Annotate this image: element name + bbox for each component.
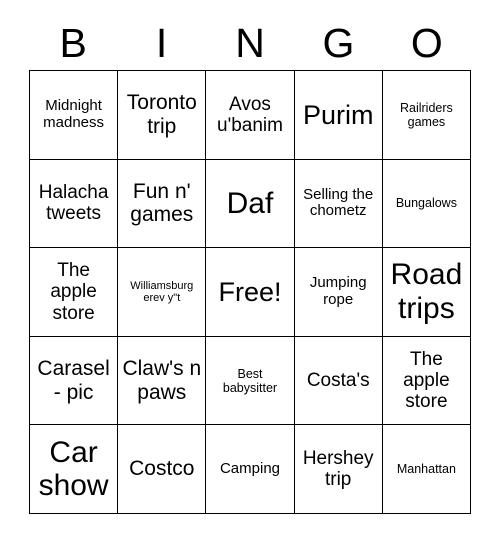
bingo-cell[interactable]: The apple store — [382, 336, 471, 426]
bingo-cell[interactable]: Manhattan — [382, 425, 471, 514]
bingo-cell-label: Toronto trip — [126, 91, 197, 138]
header-letter-g: G — [322, 19, 355, 66]
bingo-cell[interactable]: Costa's — [294, 336, 383, 426]
bingo-cell-label: Claw's n paws — [122, 357, 202, 404]
bingo-cell[interactable]: Carasel - pic — [30, 336, 119, 426]
bingo-cell-label: Jumping rope — [309, 274, 367, 308]
bingo-cell-label: The apple store — [50, 260, 97, 324]
bingo-cell-label: Midnight madness — [43, 97, 105, 131]
bingo-free-cell[interactable]: Free! — [206, 248, 295, 337]
bingo-cell[interactable]: Daf — [206, 159, 295, 249]
bingo-cell-label: Car show — [38, 435, 109, 503]
bingo-cell[interactable]: Selling the chometz — [294, 159, 383, 249]
header-letter-b: B — [59, 19, 87, 66]
bingo-cell[interactable]: Jumping rope — [294, 248, 383, 337]
bingo-cell[interactable]: Halacha tweets — [30, 159, 119, 249]
bingo-cell-label: Costa's — [306, 369, 370, 391]
bingo-cell[interactable]: Claw's n paws — [118, 336, 207, 426]
header-letter-o: O — [410, 19, 443, 66]
bingo-cell-label: Purim — [302, 99, 374, 130]
header-letter-i: I — [155, 19, 168, 66]
bingo-cell-label: Road trips — [390, 258, 463, 325]
bingo-cell[interactable]: Bungalows — [382, 159, 471, 249]
bingo-cell-label: Avos u'banim — [217, 93, 283, 136]
bingo-cell-label: Costco — [129, 457, 195, 481]
bingo-cell-label: Halacha tweets — [38, 182, 109, 225]
bingo-cell[interactable]: Car show — [30, 425, 119, 514]
bingo-cell-label: Free! — [218, 276, 282, 307]
bingo-cell-label: Hershey trip — [302, 447, 374, 491]
bingo-cell-label: Selling the chometz — [303, 185, 374, 220]
bingo-cell-label: Best babysitter — [222, 366, 278, 395]
bingo-cell[interactable]: Road trips — [382, 248, 471, 337]
bingo-cell[interactable]: Midnight madness — [30, 71, 119, 160]
bingo-cell-label: Daf — [226, 186, 274, 220]
header-letter-n: N — [235, 19, 265, 66]
bingo-cell[interactable]: Best babysitter — [206, 336, 295, 426]
bingo-cell[interactable]: Hershey trip — [294, 425, 383, 514]
bingo-cell[interactable]: The apple store — [30, 248, 119, 337]
bingo-card: B I N G O Midnight madness Toronto trip Av… — [0, 0, 500, 544]
bingo-header: B I N G O — [29, 16, 471, 70]
bingo-cell-label: Bungalows — [395, 196, 457, 211]
bingo-cell[interactable]: Fun n' games — [118, 159, 207, 249]
bingo-cell-label: Carasel - pic — [37, 357, 110, 404]
bingo-cell-label: Fun n' games — [130, 179, 194, 227]
bingo-cell-label: Williamsburg erev y"t — [130, 279, 194, 304]
bingo-cell[interactable]: Camping — [206, 425, 295, 514]
bingo-cell-label: Camping — [219, 459, 280, 477]
bingo-cell[interactable]: Toronto trip — [118, 71, 207, 160]
bingo-cell-label: Railriders games — [399, 100, 453, 129]
bingo-cell[interactable]: Williamsburg erev y"t — [118, 248, 207, 337]
bingo-grid: Midnight madness Toronto trip Avos u'banim… — [29, 70, 471, 514]
bingo-cell-label: The apple store — [403, 348, 450, 413]
bingo-cell[interactable]: Costco — [118, 425, 207, 514]
bingo-cell[interactable]: Railriders games — [382, 71, 471, 160]
bingo-cell-label: Manhattan — [396, 462, 456, 477]
bingo-cell[interactable]: Purim — [294, 71, 383, 160]
bingo-cell[interactable]: Avos u'banim — [206, 71, 295, 160]
